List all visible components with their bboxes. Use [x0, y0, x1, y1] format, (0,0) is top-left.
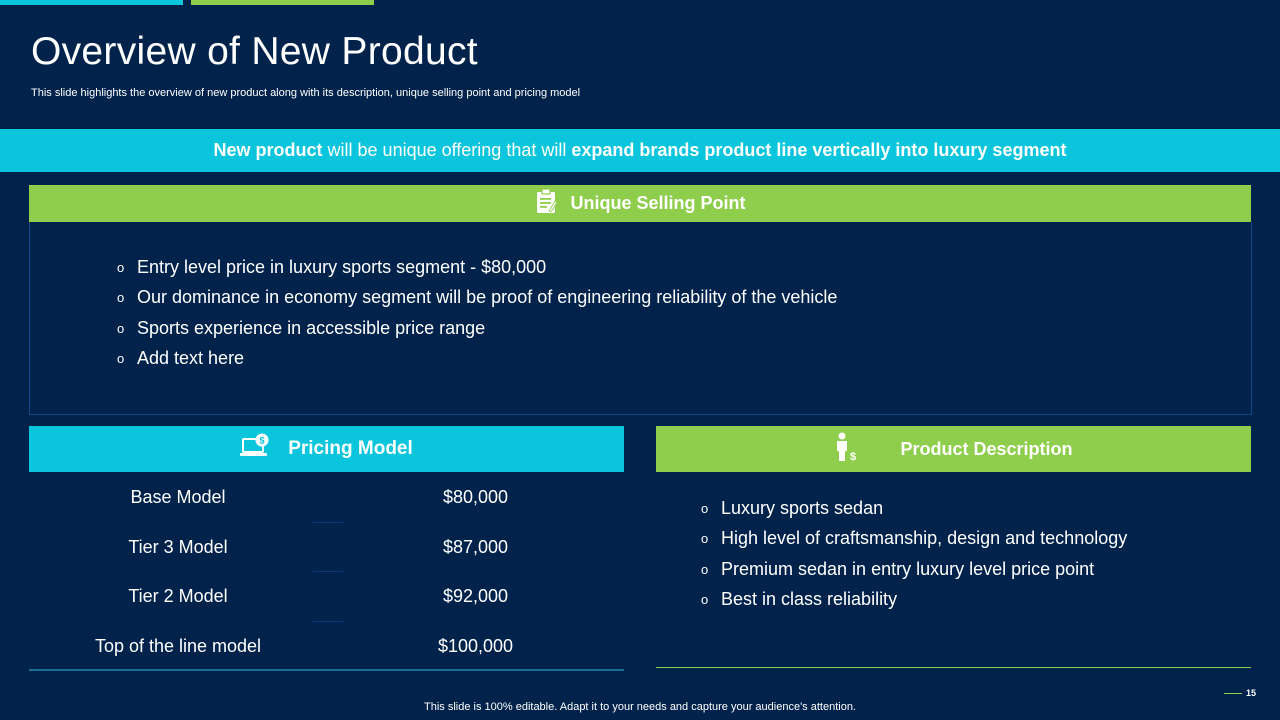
- slide-subtitle: This slide highlights the overview of ne…: [31, 87, 581, 99]
- list-item: o High level of craftsmanship, design and…: [701, 528, 1128, 549]
- circle-bullet-icon: o: [701, 500, 709, 516]
- circle-bullet-icon: o: [701, 561, 709, 577]
- list-item: o Our dominance in economy segment will b…: [117, 287, 838, 308]
- model-price: $80,000: [442, 487, 509, 507]
- svg-text:$: $: [260, 436, 265, 446]
- usp-heading: Unique Selling Point: [570, 193, 746, 213]
- model-price: $87,000: [442, 536, 509, 557]
- pricing-header: $ Pricing Model: [29, 426, 624, 472]
- circle-bullet-icon: o: [117, 259, 125, 275]
- usp-list: o Entry level price in luxury sports segm…: [117, 252, 837, 374]
- footer-note: This slide is 100% editable. Adapt it to…: [424, 701, 856, 713]
- list-item: o Sports experience in accessible price r…: [117, 317, 486, 338]
- description-bottom-rule: [656, 667, 1251, 668]
- pricing-bottom-rule: [29, 669, 624, 671]
- accent-bar-cyan: [0, 0, 183, 5]
- banner-bold-product: New product: [213, 140, 323, 160]
- banner-bold-segment: expand brands product line vertically in…: [571, 140, 1067, 160]
- list-item: o Add text here: [117, 348, 245, 369]
- description-heading: Product Description: [900, 438, 1073, 459]
- svg-text:$: $: [850, 451, 856, 462]
- model-name: Tier 3 Model: [128, 536, 228, 557]
- circle-bullet-icon: o: [117, 351, 125, 367]
- circle-bullet-icon: o: [117, 320, 125, 336]
- page-number-line: [1224, 692, 1242, 694]
- table-row: Top of the line model $100,000: [29, 622, 624, 671]
- model-price: $92,000: [442, 586, 509, 606]
- model-name: Top of the line model: [94, 635, 262, 656]
- person-dollar-icon: $: [834, 432, 860, 467]
- page-number-value: 15: [1246, 688, 1257, 698]
- model-name: Tier 2 Model: [128, 586, 228, 606]
- model-name: Base Model: [130, 487, 226, 507]
- usp-panel: o Entry level price in luxury sports segm…: [29, 222, 1252, 415]
- page-number: 15: [1224, 686, 1280, 700]
- list-item: o Entry level price in luxury sports segm…: [117, 256, 547, 277]
- accent-bar-green: [191, 0, 374, 5]
- laptop-dollar-icon: $: [240, 433, 270, 465]
- pricing-heading: Pricing Model: [288, 438, 413, 459]
- description-list: o Luxury sports sedan o High level of craf…: [701, 493, 1127, 615]
- banner-text: will be unique offering that will: [322, 140, 572, 160]
- list-item: o Best in class reliability: [701, 589, 898, 610]
- usp-header: Unique Selling Point: [29, 185, 1251, 222]
- table-row: Tier 3 Model $87,000: [29, 523, 624, 572]
- circle-bullet-icon: o: [117, 290, 125, 306]
- key-message-banner: New product will be unique offering that…: [0, 129, 1280, 172]
- clipboard-icon: [535, 188, 558, 219]
- list-item: o Premium sedan in entry luxury level pri…: [701, 558, 1095, 579]
- table-row: Tier 2 Model $92,000: [29, 572, 624, 622]
- table-row: Base Model $80,000: [29, 473, 624, 523]
- model-price: $100,000: [437, 635, 514, 656]
- list-item: o Luxury sports sedan: [701, 497, 884, 518]
- slide-title: Overview of New Product: [31, 30, 478, 73]
- circle-bullet-icon: o: [701, 531, 709, 547]
- circle-bullet-icon: o: [701, 592, 709, 608]
- pricing-table: Base Model $80,000 Tier 3 Model $87,000 …: [29, 473, 624, 671]
- description-header: $ Product Description: [656, 426, 1251, 472]
